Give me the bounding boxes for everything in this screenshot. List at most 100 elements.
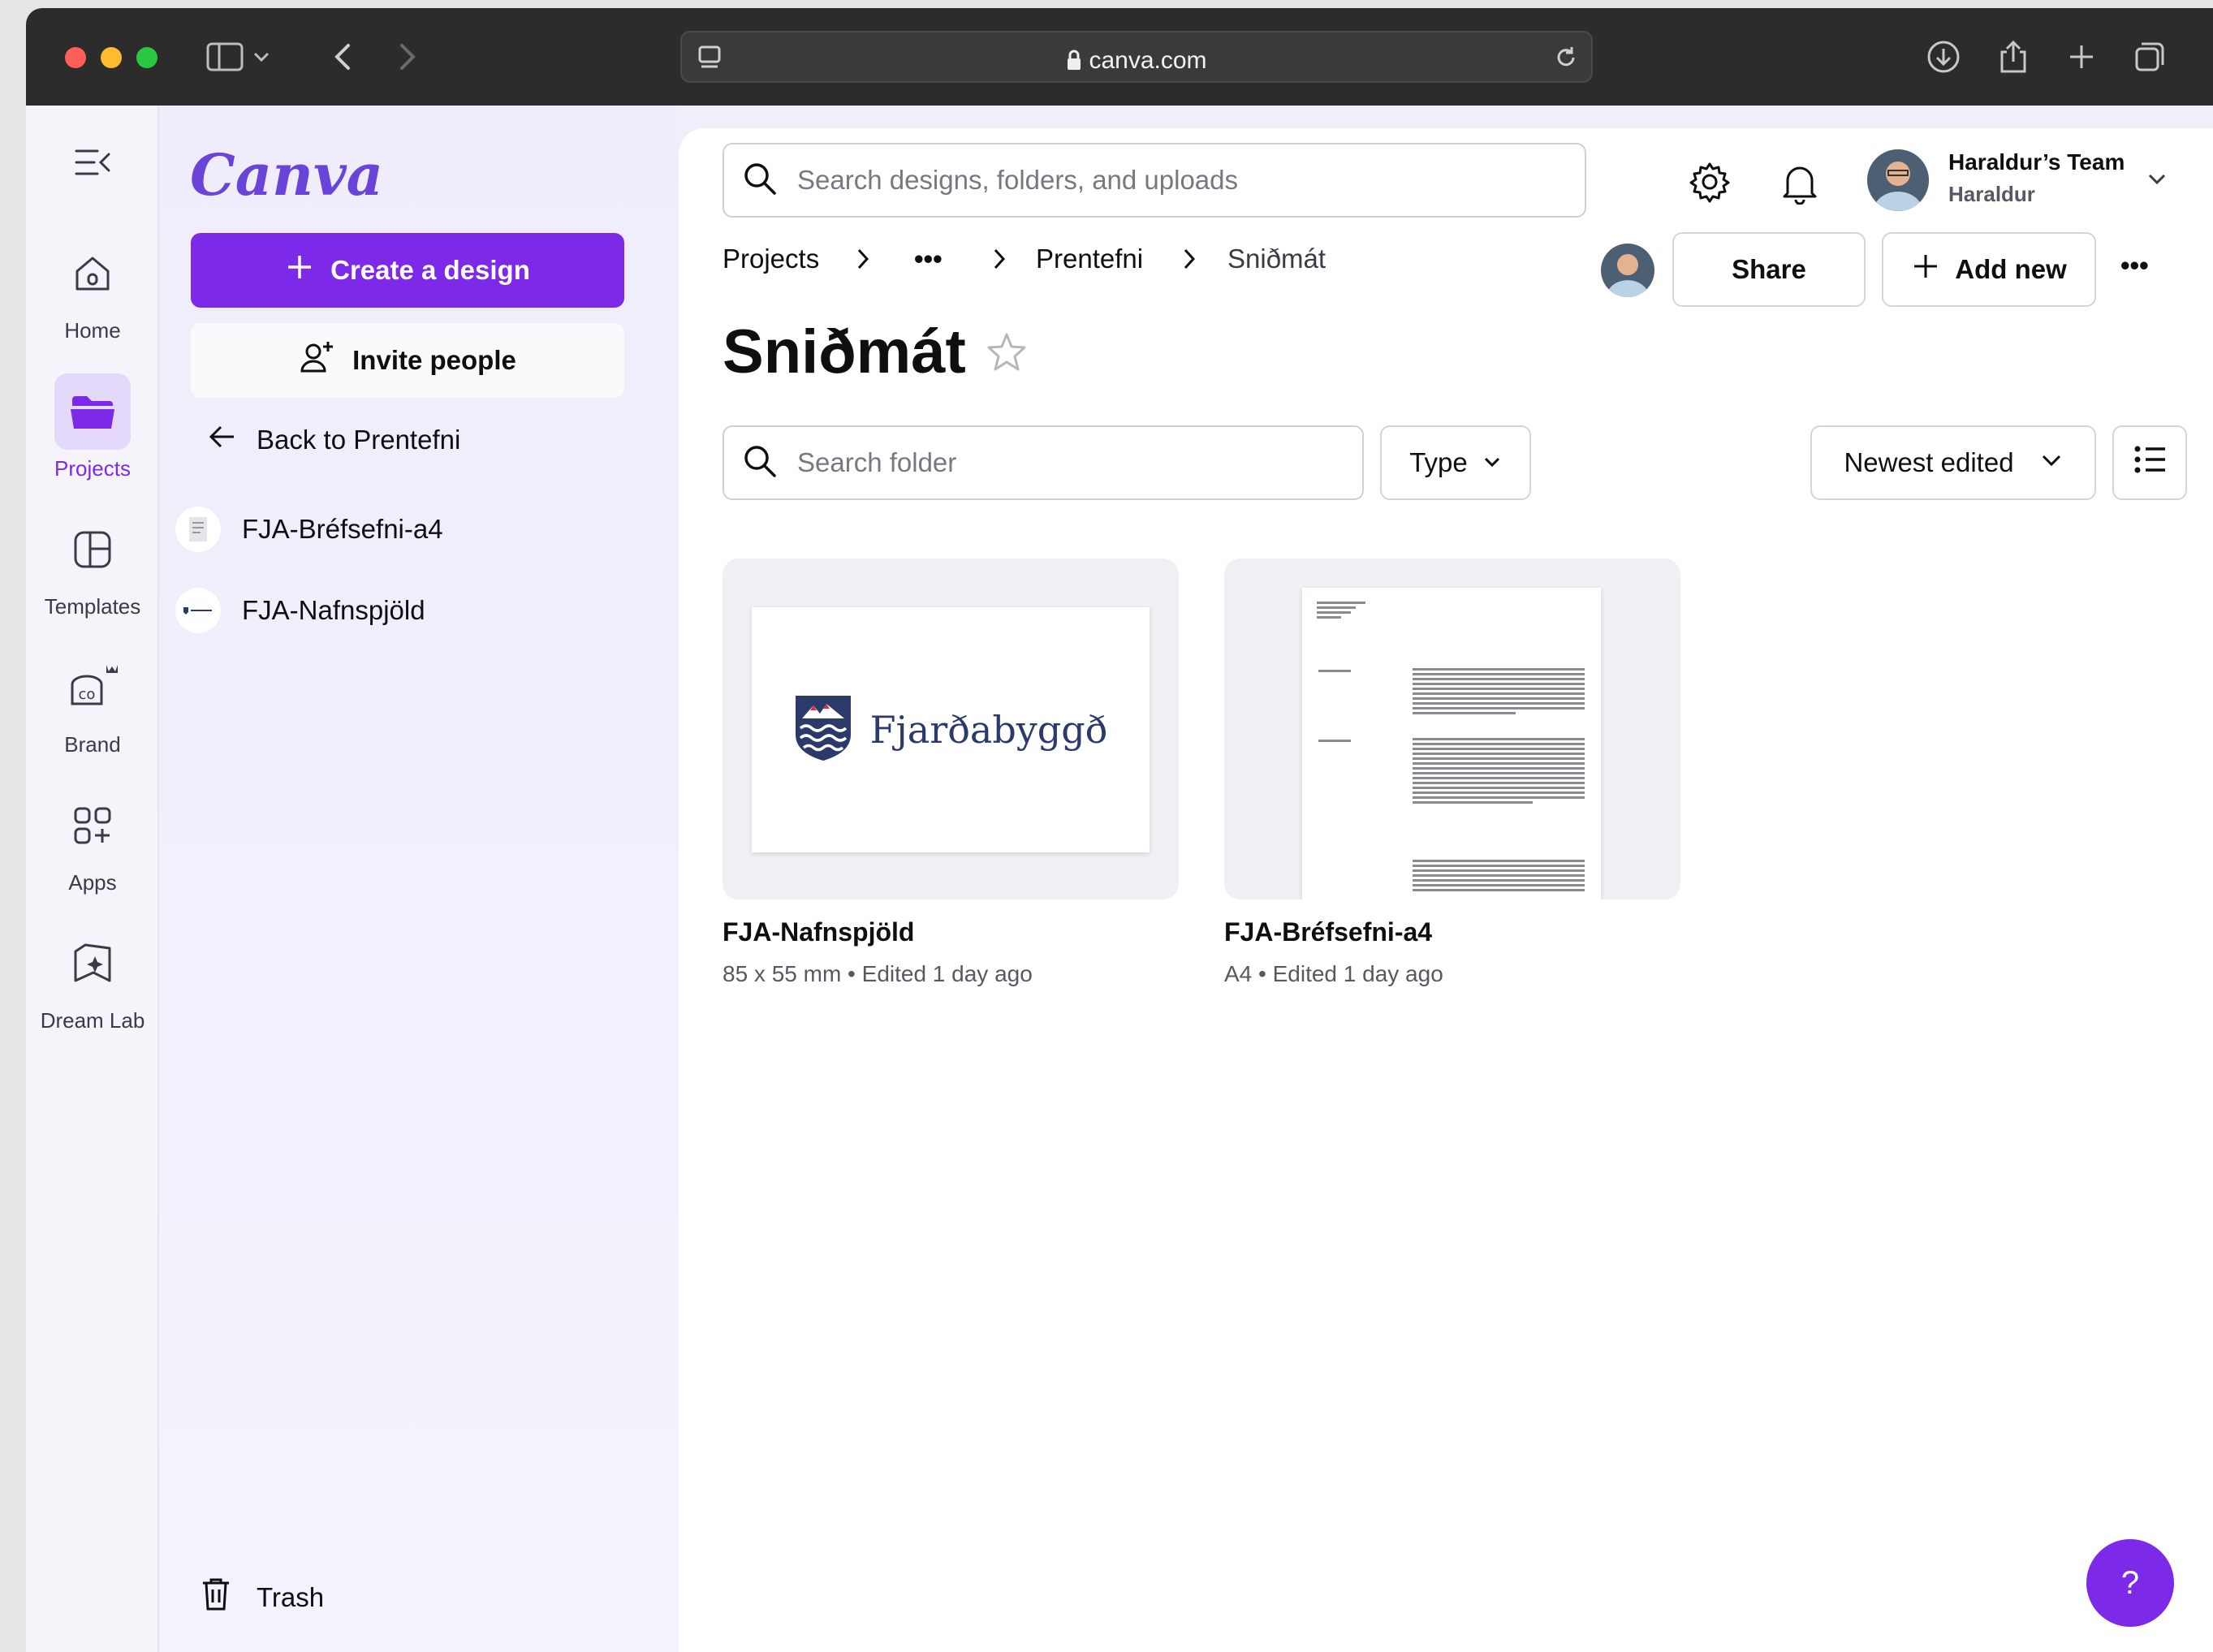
- minimize-window-button[interactable]: [101, 47, 122, 68]
- templates-icon: [54, 511, 131, 588]
- letterhead-preview: [1302, 588, 1601, 899]
- letter-body-paragraph: [1413, 857, 1585, 894]
- close-window-button[interactable]: [65, 47, 86, 68]
- tab-overview-icon[interactable]: [2130, 39, 2169, 75]
- browser-window: canva.com Home Projects Templates co Bra…: [26, 8, 2213, 1652]
- chevron-right-icon: [990, 247, 1008, 278]
- type-filter-dropdown[interactable]: Type: [1380, 425, 1531, 500]
- sidebar-design-label: FJA-Nafnspjöld: [242, 595, 425, 625]
- list-view-icon: [2133, 442, 2167, 483]
- browser-toolbar: canva.com: [26, 8, 2213, 106]
- rail-item-apps[interactable]: Apps: [26, 787, 159, 895]
- help-button[interactable]: ?: [2086, 1539, 2174, 1627]
- create-design-label: Create a design: [330, 255, 530, 285]
- user-name: Haraldur: [1948, 182, 2035, 206]
- star-icon[interactable]: [986, 331, 1028, 377]
- projects-panel: Canva Create a design Invite people Back…: [159, 106, 679, 1652]
- help-label: ?: [2120, 1564, 2140, 1601]
- bell-icon[interactable]: [1779, 161, 1820, 209]
- design-thumbnail-icon: [175, 507, 221, 552]
- chevron-right-icon: [1180, 247, 1198, 278]
- sort-dropdown[interactable]: Newest edited: [1810, 425, 2096, 500]
- add-new-label: Add new: [1955, 254, 2067, 284]
- rail-item-brand[interactable]: co Brand: [26, 649, 159, 757]
- apps-icon: [54, 787, 131, 864]
- home-icon: [54, 235, 131, 312]
- invite-people-label: Invite people: [352, 345, 516, 375]
- canva-logo[interactable]: Canva: [190, 141, 383, 209]
- letter-body-paragraph: [1413, 735, 1585, 806]
- design-card-title[interactable]: FJA-Bréfsefni-a4: [1224, 917, 1432, 947]
- team-name[interactable]: Haraldur’s Team: [1948, 149, 2125, 175]
- list-view-toggle[interactable]: [2112, 425, 2187, 500]
- trash-label: Trash: [257, 1582, 325, 1612]
- rail-item-templates[interactable]: Templates: [26, 511, 159, 619]
- letter-heading: [1318, 737, 1351, 744]
- forward-arrow-icon[interactable]: [391, 39, 424, 75]
- collaborator-avatar[interactable]: [1601, 244, 1654, 297]
- collapse-menu-icon[interactable]: [75, 146, 112, 183]
- add-new-button[interactable]: Add new: [1882, 232, 2096, 307]
- design-card-thumbnail[interactable]: [1224, 559, 1680, 899]
- search-icon: [742, 161, 778, 201]
- arrow-left-icon: [208, 422, 237, 458]
- back-arrow-icon[interactable]: [326, 39, 359, 75]
- plus-icon: [1911, 252, 1940, 287]
- address-bar[interactable]: canva.com: [680, 31, 1593, 83]
- sort-label: Newest edited: [1844, 447, 2014, 477]
- share-sheet-icon[interactable]: [1994, 39, 2033, 75]
- breadcrumb-current: Sniðmát: [1227, 244, 1327, 274]
- trash-link[interactable]: Trash: [200, 1572, 654, 1624]
- new-tab-icon[interactable]: [2062, 39, 2101, 75]
- folder-search-placeholder: Search folder: [797, 447, 957, 477]
- rail-label-home: Home: [64, 318, 121, 343]
- main-content: Search designs, folders, and uploads Har…: [679, 128, 2213, 1652]
- reload-icon[interactable]: [1552, 44, 1580, 75]
- business-card-preview: Fjarðabyggð: [752, 607, 1150, 852]
- rail-item-home[interactable]: Home: [26, 235, 159, 343]
- more-options-button[interactable]: •••: [2120, 250, 2149, 281]
- sidebar-design-item[interactable]: FJA-Nafnspjöld: [175, 584, 630, 636]
- avatar[interactable]: [1867, 149, 1929, 211]
- global-search-placeholder: Search designs, folders, and uploads: [797, 165, 1239, 195]
- design-card-title[interactable]: FJA-Nafnspjöld: [723, 917, 914, 947]
- url-text: canva.com: [682, 47, 1591, 77]
- chevron-down-icon[interactable]: [2146, 169, 2168, 194]
- page-title: Sniðmát: [723, 317, 966, 386]
- rail-label-apps: Apps: [68, 870, 117, 895]
- gear-icon[interactable]: [1689, 161, 1731, 207]
- chevron-right-icon: [854, 247, 872, 278]
- invite-people-button[interactable]: Invite people: [191, 323, 624, 398]
- maximize-window-button[interactable]: [136, 47, 157, 68]
- back-to-prentefni-link[interactable]: Back to Prentefni: [208, 414, 662, 466]
- icon-rail: Home Projects Templates co Brand Apps Dr…: [26, 106, 159, 1652]
- folder-search-input[interactable]: Search folder: [723, 425, 1364, 500]
- design-thumbnail-icon: [175, 588, 221, 633]
- global-search-input[interactable]: Search designs, folders, and uploads: [723, 143, 1586, 218]
- breadcrumb-prentefni[interactable]: Prentefni: [1036, 244, 1143, 274]
- back-label: Back to Prentefni: [257, 425, 461, 455]
- plus-icon: [285, 252, 314, 288]
- share-button[interactable]: Share: [1672, 232, 1866, 307]
- letter-heading: [1318, 667, 1351, 675]
- breadcrumb-more[interactable]: •••: [914, 244, 943, 274]
- design-card-meta: 85 x 55 mm • Edited 1 day ago: [723, 961, 1033, 986]
- sidebar-design-label: FJA-Bréfsefni-a4: [242, 514, 443, 544]
- rail-label-dream-lab: Dream Lab: [40, 1008, 145, 1033]
- thumbnail-logo-text: Fjarðabyggð: [869, 708, 1108, 752]
- letter-address-block: [1317, 602, 1365, 619]
- chevron-down-icon: [1482, 447, 1502, 478]
- sidebar-design-item[interactable]: FJA-Bréfsefni-a4: [175, 503, 630, 555]
- download-icon[interactable]: [1924, 39, 1963, 75]
- design-card-thumbnail[interactable]: Fjarðabyggð: [723, 559, 1179, 899]
- rail-label-brand: Brand: [64, 732, 121, 757]
- rail-item-dream-lab[interactable]: Dream Lab: [26, 925, 159, 1033]
- rail-label-projects: Projects: [54, 456, 131, 481]
- trash-icon: [200, 1577, 232, 1619]
- sidebar-toggle-icon[interactable]: [206, 39, 271, 75]
- lock-icon: [1066, 50, 1082, 77]
- create-design-button[interactable]: Create a design: [191, 233, 624, 308]
- breadcrumb-projects[interactable]: Projects: [723, 244, 819, 274]
- dream-lab-icon: [54, 925, 131, 1002]
- rail-item-projects[interactable]: Projects: [26, 373, 159, 481]
